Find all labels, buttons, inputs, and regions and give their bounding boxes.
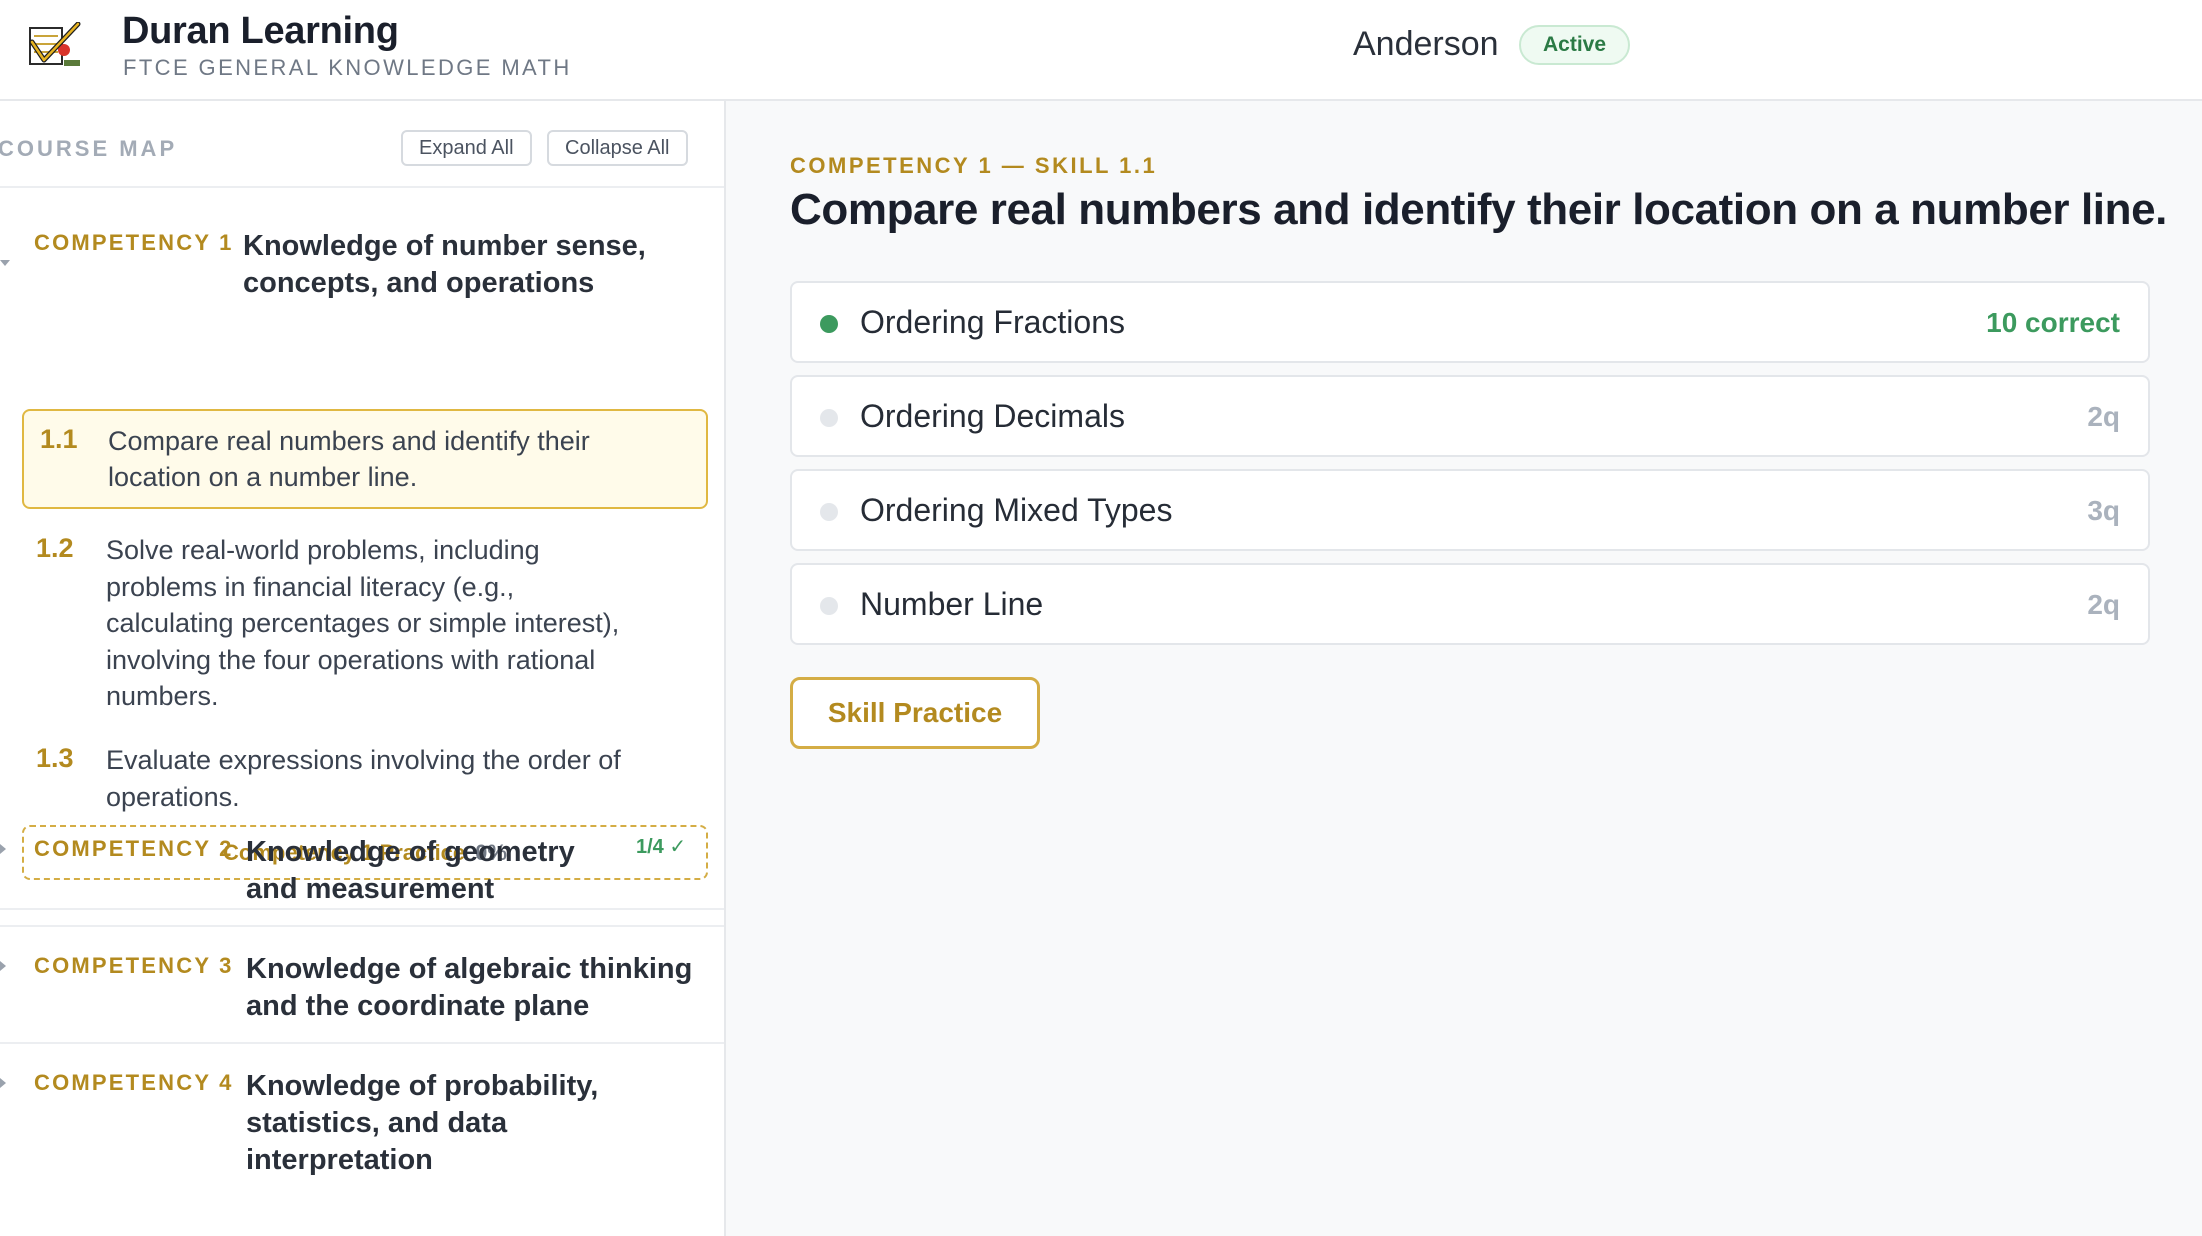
skill-text-line: Compare real numbers and identify their: [108, 426, 590, 456]
subskill-ordering-decimals[interactable]: Ordering Decimals 2q: [790, 375, 2150, 457]
subskill-meta: 3q: [2087, 495, 2120, 526]
competency-label: COMPETENCY 4: [34, 1070, 234, 1095]
skill-item-1-3[interactable]: 1.3 Evaluate expressions involving the o…: [22, 733, 708, 813]
competency-label: COMPETENCY 1: [34, 230, 234, 255]
competency-4-section[interactable]: COMPETENCY 4 Knowledge of probability, s…: [0, 1044, 724, 1204]
competency-1-toggle[interactable]: COMPETENCY 1 Knowledge of number sense, …: [0, 208, 724, 299]
competency-title-line: Knowledge of algebraic thinking: [246, 953, 693, 985]
subskill-ordering-mixed-types[interactable]: Ordering Mixed Types 3q: [790, 469, 2150, 551]
course-map-sidebar: COURSE MAP Expand All Collapse All COMPE…: [0, 101, 726, 1236]
skill-text-line: Solve real-world problems, including: [106, 535, 540, 565]
status-dot-complete-icon: [820, 315, 838, 333]
competency-label: COMPETENCY 3: [34, 953, 234, 978]
skill-number: 1.2: [36, 533, 74, 563]
skill-title: Compare real numbers and identify their …: [790, 185, 2167, 234]
status-badge: Active: [1519, 25, 1631, 65]
skill-number: 1.3: [36, 743, 74, 773]
collapse-all-button[interactable]: Collapse All: [547, 130, 688, 166]
skill-item-1-1[interactable]: 1.1 Compare real numbers and identify th…: [22, 409, 708, 509]
skill-practice-button[interactable]: Skill Practice: [790, 677, 1040, 749]
competency-title-line: interpretation: [246, 1144, 433, 1176]
course-subtitle: FTCE GENERAL KNOWLEDGE MATH: [123, 55, 572, 80]
competency-title-line: and the coordinate plane: [246, 990, 590, 1022]
skill-text-line: numbers.: [106, 681, 219, 711]
caret-right-icon: [0, 844, 6, 854]
status-dot-icon: [820, 409, 838, 427]
competency-2-section[interactable]: COMPETENCY 2 Knowledge of geometry and m…: [0, 810, 724, 927]
skill-text-line: location on a number line.: [108, 462, 418, 492]
skill-text-line: problems in financial literacy (e.g.,: [106, 572, 515, 602]
course-map-title: COURSE MAP: [0, 136, 178, 161]
skill-text-line: calculating percentages or simple intere…: [106, 608, 620, 638]
course-map-header: COURSE MAP Expand All Collapse All: [0, 101, 724, 188]
subskill-name: Number Line: [860, 586, 1044, 622]
subskill-ordering-fractions[interactable]: Ordering Fractions 10 correct: [790, 281, 2150, 363]
brand-name: Duran Learning: [122, 10, 399, 52]
status-dot-icon: [820, 597, 838, 615]
competency-title-line: concepts, and operations: [243, 267, 595, 299]
subskill-number-line[interactable]: Number Line 2q: [790, 563, 2150, 645]
skill-number: 1.1: [40, 424, 78, 454]
subskill-meta: 2q: [2087, 401, 2120, 432]
checkmark-logo-icon: [29, 22, 81, 66]
status-dot-icon: [820, 503, 838, 521]
caret-down-icon: [0, 260, 10, 266]
skill-detail-panel: COMPETENCY 1 — SKILL 1.1 Compare real nu…: [728, 101, 2202, 1236]
subskill-meta: 10 correct: [1986, 307, 2120, 338]
skill-text-line: Evaluate expressions involving the order…: [106, 745, 621, 775]
competency-title-line: Knowledge of probability,: [246, 1070, 599, 1102]
skill-item-1-2[interactable]: 1.2 Solve real-world problems, including…: [22, 523, 708, 723]
skill-text-line: involving the four operations with ratio…: [106, 645, 596, 675]
competency-1-section: COMPETENCY 1 Knowledge of number sense, …: [0, 188, 724, 910]
competency-title-line: Knowledge of number sense,: [243, 230, 646, 262]
app-header: Duran Learning FTCE GENERAL KNOWLEDGE MA…: [0, 0, 2202, 101]
subskill-meta: 2q: [2087, 589, 2120, 620]
competency-title-line: and measurement: [246, 873, 495, 905]
competency-progress: 1/4 ✓: [636, 836, 687, 858]
competency-3-section[interactable]: COMPETENCY 3 Knowledge of algebraic thin…: [0, 927, 724, 1044]
skill-eyebrow: COMPETENCY 1 — SKILL 1.1: [790, 153, 1158, 178]
competency-title-line: statistics, and data: [246, 1107, 508, 1139]
subskill-name: Ordering Fractions: [860, 304, 1125, 340]
user-name: Anderson: [1353, 25, 1499, 63]
subskill-name: Ordering Mixed Types: [860, 492, 1173, 528]
competency-label: COMPETENCY 2: [34, 836, 234, 861]
competency-title-line: Knowledge of geometry: [246, 836, 575, 868]
subskill-name: Ordering Decimals: [860, 398, 1125, 434]
caret-right-icon: [0, 1078, 6, 1088]
expand-all-button[interactable]: Expand All: [401, 130, 532, 166]
caret-right-icon: [0, 961, 6, 971]
